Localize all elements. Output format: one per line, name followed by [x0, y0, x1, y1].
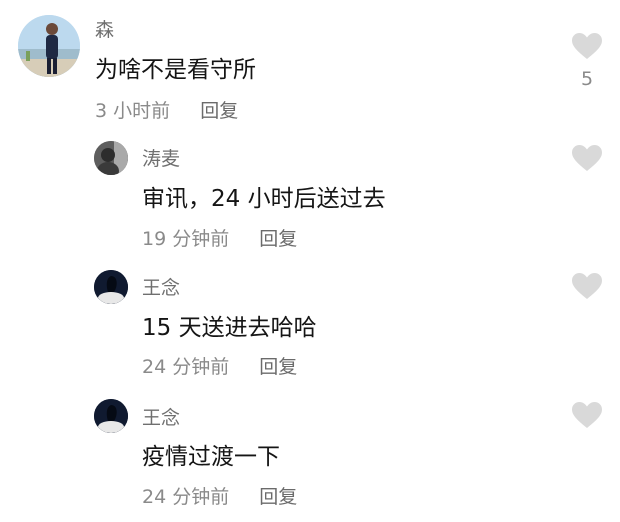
- heart-icon: [572, 402, 602, 428]
- heart-icon: [572, 33, 602, 59]
- avatar[interactable]: [18, 15, 80, 77]
- comment-text: 审讯，24 小时后送过去: [142, 186, 386, 212]
- like-count: 5: [580, 68, 594, 90]
- username[interactable]: 王念: [142, 273, 180, 300]
- avatar[interactable]: [94, 141, 128, 175]
- avatar[interactable]: [94, 270, 128, 304]
- reply-button[interactable]: 回复: [200, 96, 238, 123]
- reply-button[interactable]: 回复: [259, 352, 297, 379]
- comment-meta: 19 分钟前 回复: [142, 224, 297, 251]
- avatar[interactable]: [94, 399, 128, 433]
- like-button[interactable]: [570, 401, 604, 429]
- comment-meta: 24 分钟前 回复: [142, 482, 297, 509]
- username[interactable]: 森: [95, 15, 114, 42]
- comment-meta: 3 小时前 回复: [95, 96, 238, 123]
- timestamp: 24 分钟前: [142, 356, 230, 378]
- comment-text: 疫情过渡一下: [142, 444, 280, 470]
- reply-button[interactable]: 回复: [259, 224, 297, 251]
- username[interactable]: 涛麦: [142, 144, 180, 171]
- heart-icon: [572, 273, 602, 299]
- like-button[interactable]: [570, 144, 604, 172]
- timestamp: 24 分钟前: [142, 486, 230, 508]
- like-button[interactable]: 5: [570, 32, 604, 90]
- reply-button[interactable]: 回复: [259, 482, 297, 509]
- comment-meta: 24 分钟前 回复: [142, 352, 297, 379]
- username[interactable]: 王念: [142, 403, 180, 430]
- timestamp: 3 小时前: [95, 100, 171, 122]
- timestamp: 19 分钟前: [142, 228, 230, 250]
- comment-text: 15 天送进去哈哈: [142, 315, 317, 341]
- comment-text: 为啥不是看守所: [95, 57, 256, 83]
- heart-icon: [572, 145, 602, 171]
- like-button[interactable]: [570, 272, 604, 300]
